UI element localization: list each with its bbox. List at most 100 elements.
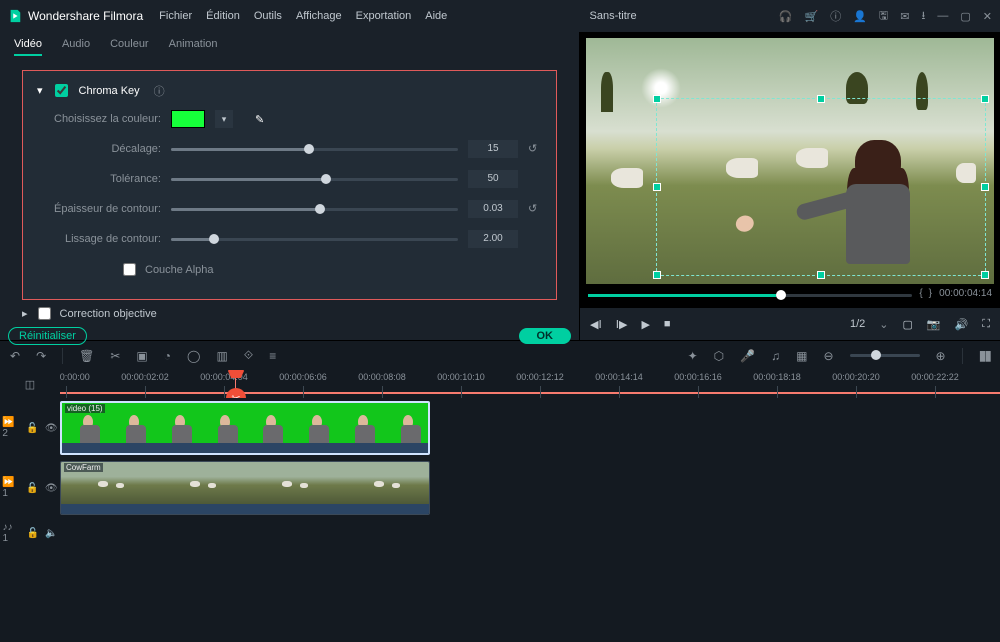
tolerance-slider[interactable] — [171, 178, 458, 181]
play-icon[interactable]: ▶ — [641, 318, 649, 331]
menu-view[interactable]: Affichage — [296, 10, 342, 22]
correction-checkbox[interactable] — [38, 307, 51, 320]
track-lock-icon[interactable]: 🔓 — [26, 483, 38, 494]
crop-icon[interactable]: ▣ — [136, 349, 147, 363]
delete-icon[interactable]: 🗑 — [79, 349, 94, 363]
correction-label: Correction objective — [60, 308, 157, 320]
clip-cowfarm[interactable]: CowFarm — [60, 461, 430, 515]
preview-time: 00:00:04:14 — [939, 288, 992, 299]
menu-file[interactable]: Fichier — [159, 10, 192, 22]
thickness-value[interactable]: 0.03 — [468, 200, 518, 218]
offset-value[interactable]: 15 — [468, 140, 518, 158]
timeline-ruler[interactable]: ✂ 00:00:00:0000:00:02:0200:00:04:0400:00… — [60, 370, 1000, 398]
track-visible-icon[interactable]: 👁 — [45, 483, 58, 494]
reset-button[interactable]: Réinitialiser — [8, 327, 87, 345]
alpha-checkbox[interactable] — [123, 263, 136, 276]
next-frame-icon[interactable]: Ⅰ▶ — [616, 318, 628, 331]
window-maximize[interactable]: ▢ — [960, 10, 970, 23]
eyedropper-icon[interactable]: ✎ — [255, 113, 264, 126]
stop-icon[interactable]: ■ — [664, 318, 671, 330]
alpha-label: Couche Alpha — [145, 264, 214, 276]
tab-color[interactable]: Couleur — [110, 38, 149, 56]
undo-icon[interactable]: ↶ — [10, 349, 20, 363]
window-minimize[interactable]: — — [937, 10, 948, 22]
mail-icon[interactable]: ✉ — [900, 10, 909, 23]
zoom-slider[interactable] — [850, 354, 920, 357]
adjust-icon[interactable]: ≡ — [269, 349, 276, 363]
snapshot-icon[interactable]: 📷 — [927, 318, 941, 331]
chromakey-title: Chroma Key — [79, 85, 140, 97]
playhead[interactable]: ✂ — [235, 370, 236, 398]
grid-icon[interactable]: ▦ — [796, 349, 807, 363]
page-indicator[interactable]: 1/2 — [850, 318, 865, 330]
next-marker[interactable]: } — [929, 288, 932, 299]
track-lock-icon[interactable]: 🔓 — [26, 423, 38, 434]
cut-icon[interactable]: ✂ — [110, 349, 120, 363]
mixer-icon[interactable]: ♫ — [771, 349, 780, 363]
timeline-settings-icon[interactable]: ▮▮ — [979, 347, 990, 364]
zoom-out-icon[interactable]: ⊖ — [823, 349, 833, 363]
support-icon[interactable]: 🎧 — [779, 10, 793, 23]
tolerance-value[interactable]: 50 — [468, 170, 518, 188]
menu-edit[interactable]: Édition — [206, 10, 240, 22]
chromakey-checkbox[interactable] — [55, 84, 68, 97]
panel-tabs: Vidéo Audio Couleur Animation — [0, 32, 579, 62]
keyframe-icon[interactable]: ⟐ — [244, 348, 253, 363]
save-icon[interactable]: 🖫 — [879, 7, 888, 26]
marker-icon[interactable]: ✦ — [688, 349, 698, 363]
shield-icon[interactable]: ⬡ — [714, 349, 724, 363]
preview-scrubber[interactable] — [588, 294, 912, 297]
collapse-icon[interactable]: ▾ — [37, 84, 43, 97]
selection-marquee[interactable] — [656, 98, 986, 276]
clip-video15[interactable]: video (15) — [60, 401, 430, 455]
thickness-slider[interactable] — [171, 208, 458, 211]
timeline-tracks: ⏩ 2 🔓 👁 video (15) ⏩ 1 🔓 👁 CowFarm — [0, 398, 1000, 642]
clip-label: video (15) — [65, 404, 105, 413]
download-icon[interactable]: ⭳ — [922, 7, 926, 26]
tab-video[interactable]: Vidéo — [14, 38, 42, 56]
display-icon[interactable]: ▢ — [902, 318, 912, 331]
tab-animation[interactable]: Animation — [169, 38, 218, 56]
tab-audio[interactable]: Audio — [62, 38, 90, 56]
split-icon[interactable]: ✂ — [226, 388, 246, 398]
mic-icon[interactable]: 🎤 — [740, 349, 755, 363]
track-lock-icon[interactable]: 🔓 — [27, 528, 39, 539]
greenscreen-icon[interactable]: ▥ — [216, 349, 227, 363]
ruler-label: 00:00:22:22 — [911, 372, 959, 382]
info-icon[interactable]: ⓘ — [830, 8, 841, 24]
offset-slider[interactable] — [171, 148, 458, 151]
offset-reset-icon[interactable]: ↺ — [528, 142, 542, 156]
zoom-in-icon[interactable]: ⊕ — [936, 349, 946, 363]
chromakey-panel: ▾ Chroma Key ⓘ Choisissez la couleur: ▾ … — [22, 70, 557, 300]
info-icon[interactable]: ⓘ — [154, 83, 165, 99]
smooth-slider[interactable] — [171, 238, 458, 241]
menu-tools[interactable]: Outils — [254, 10, 282, 22]
account-icon[interactable]: 👤 — [853, 10, 867, 23]
fullscreen-icon[interactable]: ⛶ — [982, 318, 990, 331]
preview-viewport[interactable] — [586, 38, 994, 284]
menu-help[interactable]: Aide — [425, 10, 447, 22]
smooth-value[interactable]: 2.00 — [468, 230, 518, 248]
menu-export[interactable]: Exportation — [356, 10, 412, 22]
thickness-label: Épaisseur de contour: — [37, 203, 161, 215]
window-close[interactable]: ✕ — [983, 10, 992, 23]
prev-frame-icon[interactable]: ◀Ⅰ — [590, 318, 602, 331]
timeline-align-icon[interactable]: ◫ — [25, 378, 35, 391]
ok-button[interactable]: OK — [519, 328, 572, 344]
thickness-reset-icon[interactable]: ↺ — [528, 202, 542, 216]
chevron-down-icon[interactable]: ⌄ — [879, 318, 888, 331]
color-dropdown[interactable]: ▾ — [215, 110, 233, 128]
redo-icon[interactable]: ↷ — [36, 349, 46, 363]
volume-icon[interactable]: 🔊 — [955, 318, 969, 331]
speed-icon[interactable]: ◔ — [164, 349, 171, 363]
track-mute-icon[interactable]: 🔈 — [45, 528, 57, 539]
color-icon[interactable]: ◯ — [187, 349, 200, 363]
prev-marker[interactable]: { — [919, 288, 922, 299]
color-swatch[interactable] — [171, 110, 205, 128]
ruler-label: 00:00:00:00 — [60, 372, 90, 382]
smooth-label: Lissage de contour: — [37, 233, 161, 245]
cart-icon[interactable]: 🛒 — [805, 10, 819, 23]
expand-icon[interactable]: ▸ — [22, 307, 28, 320]
track-visible-icon[interactable]: 👁 — [45, 423, 58, 434]
ruler-label: 00:00:08:08 — [358, 372, 406, 382]
